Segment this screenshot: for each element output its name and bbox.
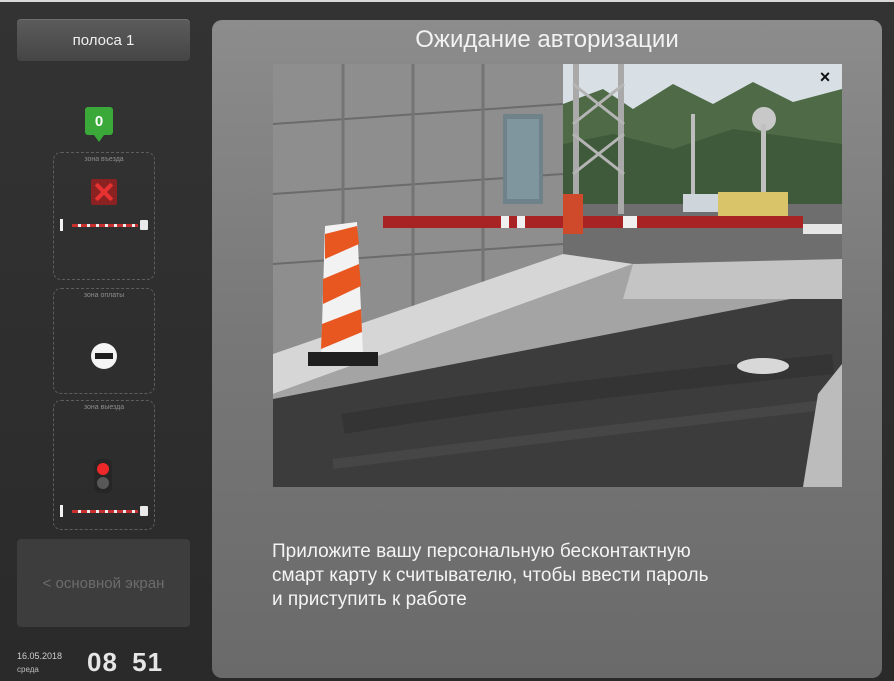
barrier-closed-icon	[60, 219, 150, 231]
zone-payment-label: зона оплаты	[83, 292, 125, 299]
authorization-panel: Ожидание авторизации × Приложите вашу пе…	[212, 20, 882, 678]
parking-operator-screen: полоса 1 0 зона въезда зона оплаты зона …	[0, 0, 894, 681]
main-screen-label: < основной экран	[42, 574, 165, 592]
no-entry-icon	[91, 343, 117, 369]
clock-weekday: среда	[17, 665, 39, 674]
clock-date: 16.05.2018	[17, 651, 63, 661]
clock-time: 08 51	[87, 647, 164, 677]
lane-label: полоса 1	[72, 31, 135, 49]
counter-pin-tip	[94, 135, 104, 142]
vehicle-counter-value: 0	[85, 107, 113, 135]
panel-title: Ожидание авторизации	[415, 26, 679, 53]
zone-entry[interactable]: зона въезда	[53, 152, 155, 280]
closed-cross-icon	[91, 179, 117, 205]
close-icon[interactable]: ×	[816, 68, 834, 86]
instruction-line: Приложите вашу персональную бесконтактну…	[272, 541, 691, 562]
zone-exit-label: зона выезда	[83, 404, 125, 411]
instruction-line: смарт карту к считывателю, чтобы ввести …	[272, 565, 709, 586]
lane-selector-button[interactable]: полоса 1	[17, 19, 190, 61]
camera-feed-image: ×	[273, 64, 842, 487]
traffic-light-red-icon	[94, 459, 112, 493]
instruction-text: Приложите вашу персональную бесконтактну…	[272, 540, 872, 612]
clock: 16.05.2018 среда 08 51	[17, 647, 207, 679]
zone-exit[interactable]: зона выезда	[53, 400, 155, 530]
sidebar: полоса 1 0 зона въезда зона оплаты зона …	[0, 2, 205, 681]
barrier-closed-icon	[60, 505, 150, 517]
main-screen-button[interactable]: < основной экран	[17, 539, 190, 627]
instruction-line: и приступить к работе	[272, 589, 467, 610]
zone-payment[interactable]: зона оплаты	[53, 288, 155, 394]
vehicle-counter-badge: 0	[85, 107, 113, 143]
zone-entry-label: зона въезда	[84, 156, 124, 163]
camera-scene	[273, 64, 842, 487]
